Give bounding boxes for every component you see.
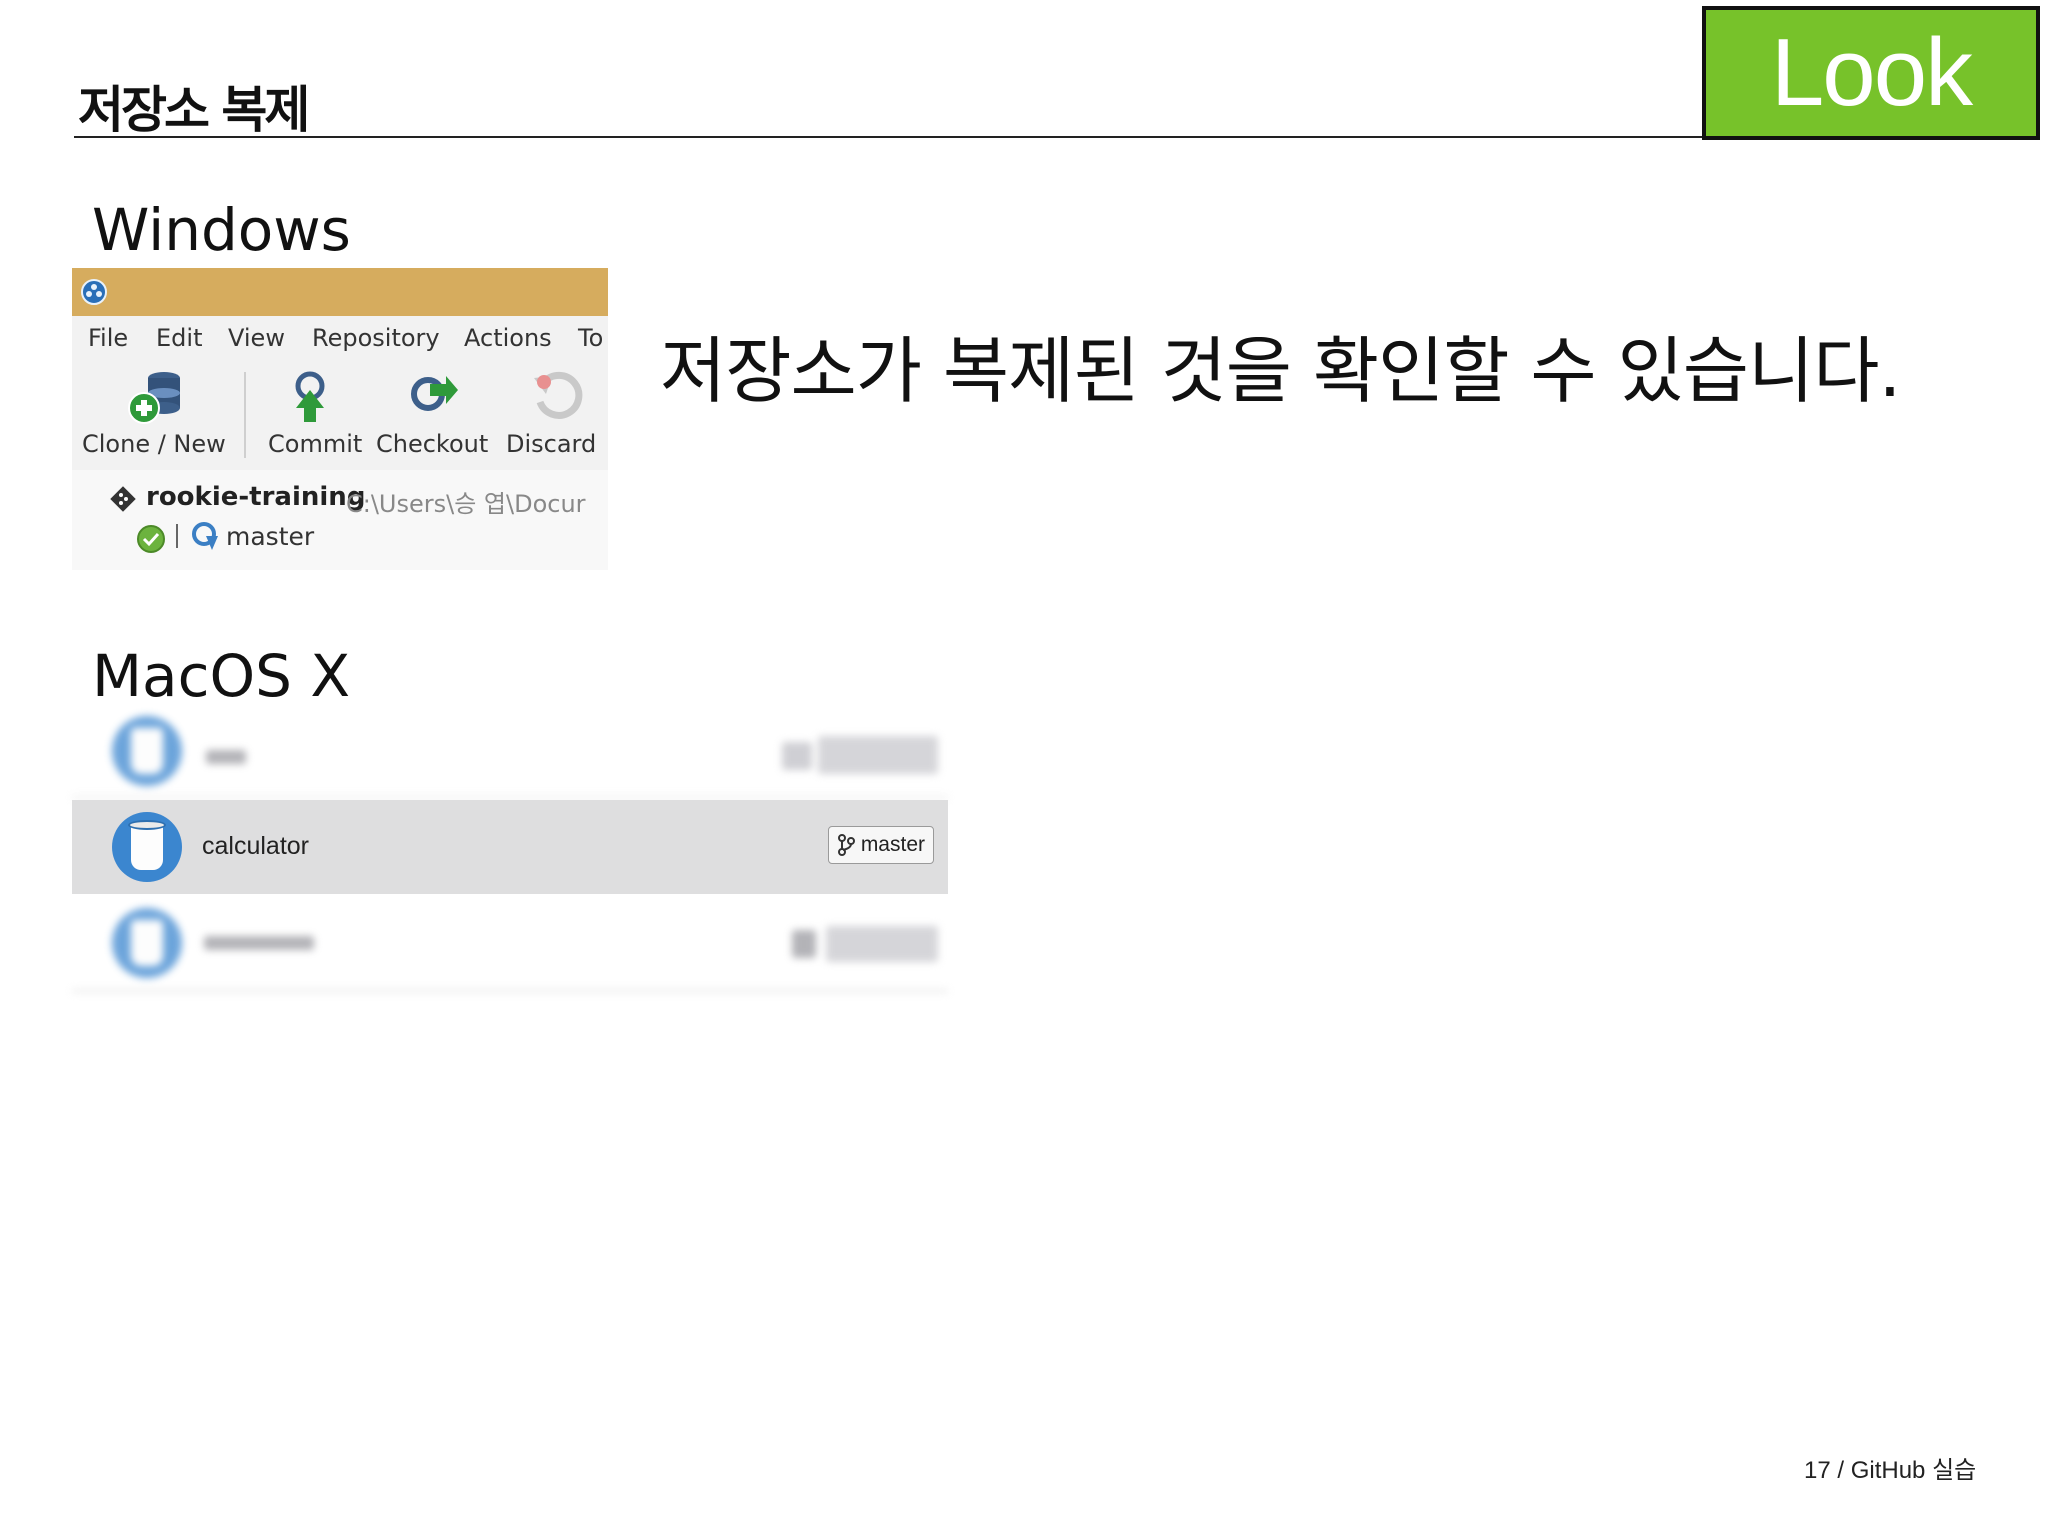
repo-bucket-icon: [112, 716, 182, 786]
clone-new-button[interactable]: Clone / New: [82, 358, 242, 470]
git-diamond-icon: [110, 486, 136, 512]
repo-bucket-icon: [112, 812, 182, 882]
commit-label: Commit: [268, 430, 363, 458]
menu-view[interactable]: View: [228, 324, 285, 352]
blurred-repo-name: [204, 936, 314, 950]
blurred-branch-badge: [826, 926, 938, 962]
repo-status-row: master: [72, 518, 608, 558]
menu-actions[interactable]: Actions: [464, 324, 552, 352]
repo-name: calculator: [202, 832, 309, 860]
repo-entry[interactable]: rookie-training C:\Users\승 엽\Docur: [72, 478, 608, 518]
status-separator: [176, 524, 178, 548]
list-item[interactable]: [72, 716, 948, 799]
discard-label: Discard: [506, 430, 597, 458]
windows-section-label: Windows: [92, 196, 351, 264]
page-footer: 17 / GitHub 실습: [1804, 1457, 1977, 1484]
list-item[interactable]: [72, 896, 948, 992]
blurred-status: [792, 930, 816, 958]
menu-file[interactable]: File: [88, 324, 128, 352]
menu-tools[interactable]: To: [578, 324, 603, 352]
main-message: 저장소가 복제된 것을 확인할 수 있습니다.: [660, 329, 1901, 413]
list-item-selected[interactable]: calculator master: [72, 800, 948, 894]
clone-new-label: Clone / New: [82, 430, 226, 458]
branch-sync-icon: [192, 522, 218, 550]
blurred-repo-name: [206, 750, 246, 764]
mac-repo-list: calculator master: [72, 716, 948, 992]
database-add-icon: [128, 372, 180, 424]
slide-title: 저장소 복제: [78, 81, 310, 139]
toolbar-separator: [244, 372, 246, 458]
branch-icon: [837, 834, 855, 856]
repo-path: C:\Users\승 엽\Docur: [346, 490, 586, 518]
current-branch: master: [226, 522, 315, 551]
commit-button[interactable]: Commit: [260, 358, 363, 470]
blurred-branch-badge: [818, 736, 938, 774]
checkout-label: Checkout: [376, 430, 489, 458]
repo-bucket-icon: [112, 908, 182, 978]
sourcetree-logo-icon: [81, 279, 107, 305]
discard-button[interactable]: Discard: [506, 358, 606, 470]
toolbar: Clone / New Commit Checkout Discard: [72, 358, 608, 470]
macos-section-label: MacOS X: [92, 642, 351, 710]
sourcetree-windows-panel: File Edit View Repository Actions To Clo…: [72, 268, 608, 570]
look-badge: Look: [1702, 6, 2040, 140]
title-divider: [74, 136, 1704, 138]
window-titlebar: [72, 268, 608, 316]
commit-icon: [295, 371, 325, 422]
menu-repository[interactable]: Repository: [312, 324, 440, 352]
menu-edit[interactable]: Edit: [156, 324, 202, 352]
discard-icon: [534, 371, 583, 419]
checkout-button[interactable]: Checkout: [372, 358, 492, 470]
repo-name: rookie-training: [146, 482, 366, 512]
check-status-icon: [137, 525, 165, 553]
branch-name: master: [860, 833, 925, 856]
checkout-icon: [411, 376, 458, 411]
branch-badge[interactable]: master: [827, 826, 934, 864]
blurred-status: [782, 742, 812, 770]
menu-bar: File Edit View Repository Actions To: [72, 316, 608, 358]
